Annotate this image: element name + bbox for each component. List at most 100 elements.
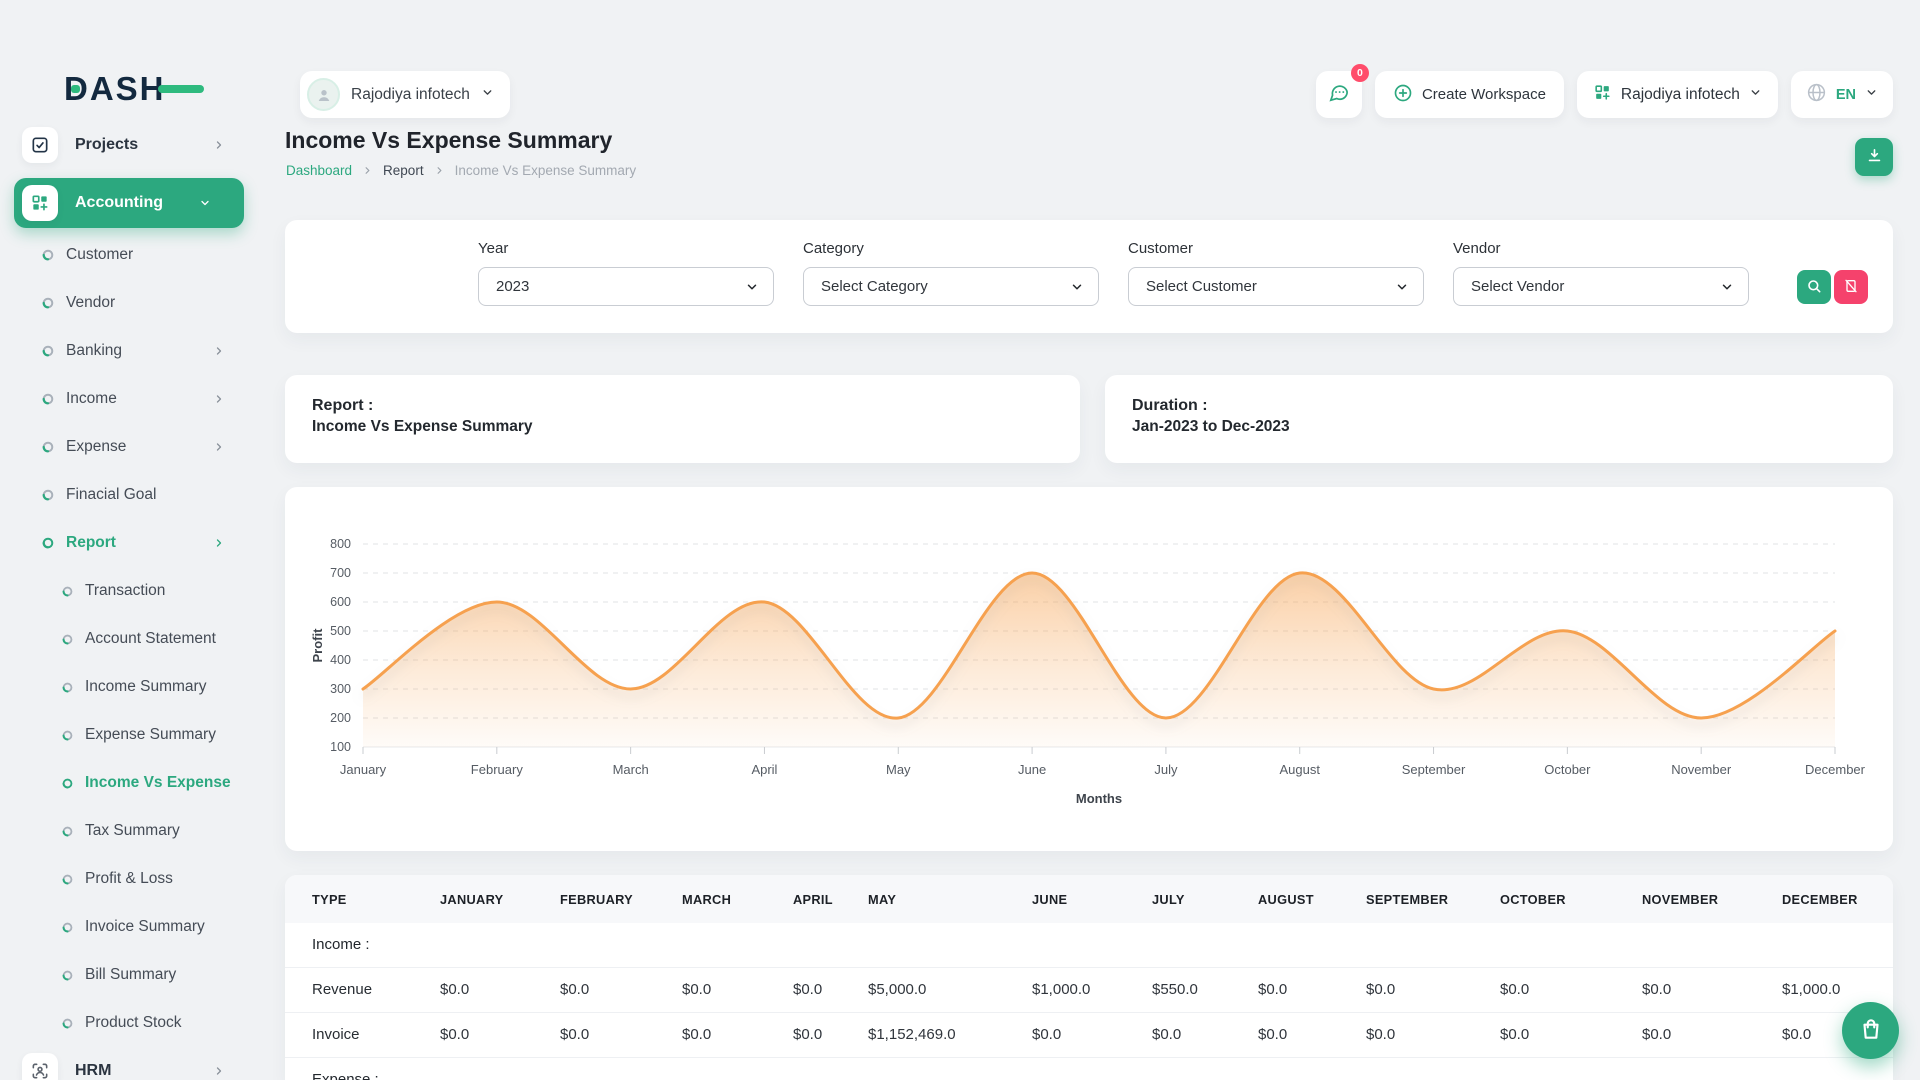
table-cell: $0.0 — [1258, 1012, 1366, 1057]
sidebar-item-banking[interactable]: Banking — [0, 327, 258, 375]
table-cell: $0.0 — [1152, 1012, 1258, 1057]
sidebar-item-report[interactable]: Report — [0, 519, 258, 567]
shopping-bag-icon — [1858, 1016, 1884, 1045]
svg-text:700: 700 — [330, 566, 351, 580]
sidebar-item-income-summary[interactable]: Income Summary — [0, 663, 258, 711]
donut-bullet-icon — [62, 778, 73, 789]
workspace-selector[interactable]: Rajodiya infotech — [300, 71, 510, 118]
table-cell: $550.0 — [1152, 967, 1258, 1012]
table-cell: $0.0 — [560, 967, 682, 1012]
customer-select-value: Select Customer — [1146, 278, 1257, 295]
profit-chart-card: 100200300400500600700800JanuaryFebruaryM… — [285, 487, 1893, 851]
sidebar-item-accounting[interactable]: Accounting — [14, 178, 244, 228]
sidebar-item-label: Finacial Goal — [66, 486, 156, 504]
table-cell: $0.0 — [1032, 1012, 1152, 1057]
sidebar-item-income-vs-expense[interactable]: Income Vs Expense — [0, 759, 258, 807]
svg-text:Profit: Profit — [310, 628, 325, 663]
language-selector[interactable]: EN — [1791, 71, 1893, 118]
chevron-down-icon — [745, 280, 759, 294]
svg-text:October: October — [1544, 762, 1591, 777]
vendor-select[interactable]: Select Vendor — [1453, 267, 1749, 306]
chevron-down-icon — [481, 86, 494, 104]
donut-bullet-icon — [42, 537, 54, 549]
sidebar-item-profit-loss[interactable]: Profit & Loss — [0, 855, 258, 903]
sidebar-item-label: Income — [66, 390, 117, 408]
sidebar-item-label: Income Vs Expense — [85, 774, 231, 792]
year-select-value: 2023 — [496, 278, 529, 295]
svg-text:April: April — [751, 762, 777, 777]
sidebar-item-label: Accounting — [75, 194, 163, 212]
table-section-income: Income : — [285, 923, 1893, 967]
table-cell: $0.0 — [1642, 1012, 1782, 1057]
sidebar-item-customer[interactable]: Customer — [0, 231, 258, 279]
sidebar-item-product-stock[interactable]: Product Stock — [0, 999, 258, 1047]
breadcrumb-dashboard[interactable]: Dashboard — [286, 163, 352, 178]
donut-bullet-icon — [62, 730, 73, 741]
chevron-down-icon — [1749, 86, 1762, 104]
sidebar-item-vendor[interactable]: Vendor — [0, 279, 258, 327]
sidebar-item-label: Projects — [75, 136, 138, 154]
income-expense-table-card: TYPEJANUARYFEBRUARYMARCHAPRILMAYJUNEJULY… — [285, 875, 1893, 1080]
table-cell: $1,152,469.0 — [868, 1012, 1032, 1057]
svg-text:September: September — [1402, 762, 1466, 777]
table-cell: $0.0 — [560, 1012, 682, 1057]
table-cell: $0.0 — [682, 1012, 793, 1057]
workspace-menu[interactable]: Rajodiya infotech — [1577, 71, 1778, 118]
create-workspace-label: Create Workspace — [1422, 86, 1546, 103]
sidebar-item-expense[interactable]: Expense — [0, 423, 258, 471]
download-report-button[interactable] — [1855, 138, 1893, 176]
customer-select[interactable]: Select Customer — [1128, 267, 1424, 306]
svg-text:May: May — [886, 762, 911, 777]
table-cell: $0.0 — [440, 967, 560, 1012]
workspace-selector-label: Rajodiya infotech — [351, 86, 470, 104]
table-cell: $0.0 — [440, 1012, 560, 1057]
sidebar-item-account-statement[interactable]: Account Statement — [0, 615, 258, 663]
create-workspace-button[interactable]: Create Workspace — [1375, 71, 1564, 118]
shop-fab-button[interactable] — [1842, 1002, 1899, 1059]
sidebar-item-expense-summary[interactable]: Expense Summary — [0, 711, 258, 759]
profit-area-chart: 100200300400500600700800JanuaryFebruaryM… — [285, 487, 1893, 851]
reset-filter-button[interactable] — [1834, 270, 1868, 304]
sidebar-item-tax-summary[interactable]: Tax Summary — [0, 807, 258, 855]
donut-bullet-icon — [62, 826, 73, 837]
report-card-title: Report : — [312, 395, 1080, 416]
sidebar-item-projects[interactable]: Projects — [0, 121, 258, 169]
donut-bullet-icon — [62, 682, 73, 693]
sidebar-item-hrm[interactable]: HRM — [0, 1047, 258, 1080]
svg-text:800: 800 — [330, 537, 351, 551]
column-header-type: TYPE — [285, 875, 440, 923]
chat-icon — [1327, 81, 1350, 109]
svg-text:500: 500 — [330, 624, 351, 638]
report-card-value: Income Vs Expense Summary — [312, 416, 1080, 437]
sidebar-item-label: Product Stock — [85, 1014, 182, 1032]
search-icon — [1806, 278, 1822, 297]
category-select[interactable]: Select Category — [803, 267, 1099, 306]
donut-bullet-icon — [42, 249, 54, 261]
sidebar-item-label: Account Statement — [85, 630, 216, 648]
table-cell: $0.0 — [1366, 967, 1500, 1012]
sidebar-item-transaction[interactable]: Transaction — [0, 567, 258, 615]
sidebar-item-bill-summary[interactable]: Bill Summary — [0, 951, 258, 999]
svg-text:December: December — [1805, 762, 1866, 777]
sidebar-item-finacial-goal[interactable]: Finacial Goal — [0, 471, 258, 519]
messages-button[interactable]: 0 — [1316, 71, 1362, 118]
column-header-may: MAY — [868, 875, 1032, 923]
breadcrumb-report[interactable]: Report — [383, 163, 424, 178]
donut-bullet-icon — [62, 634, 73, 645]
donut-bullet-icon — [42, 393, 54, 405]
sidebar-item-invoice-summary[interactable]: Invoice Summary — [0, 903, 258, 951]
svg-text:June: June — [1018, 762, 1046, 777]
apply-filter-button[interactable] — [1797, 270, 1831, 304]
income-expense-table: TYPEJANUARYFEBRUARYMARCHAPRILMAYJUNEJULY… — [285, 875, 1893, 1080]
language-code: EN — [1836, 87, 1856, 103]
year-select[interactable]: 2023 — [478, 267, 774, 306]
table-cell: $0.0 — [1258, 967, 1366, 1012]
column-header-april: APRIL — [793, 875, 868, 923]
sidebar-item-income[interactable]: Income — [0, 375, 258, 423]
vendor-label: Vendor — [1453, 240, 1749, 257]
sidebar: DASH ProjectsAccountingCustomerVendorBan… — [0, 0, 258, 1080]
table-section-expense: Expense : — [285, 1057, 1893, 1080]
sidebar-item-label: Bill Summary — [85, 966, 176, 984]
sidebar-item-label: Banking — [66, 342, 122, 360]
svg-text:January: January — [340, 762, 387, 777]
